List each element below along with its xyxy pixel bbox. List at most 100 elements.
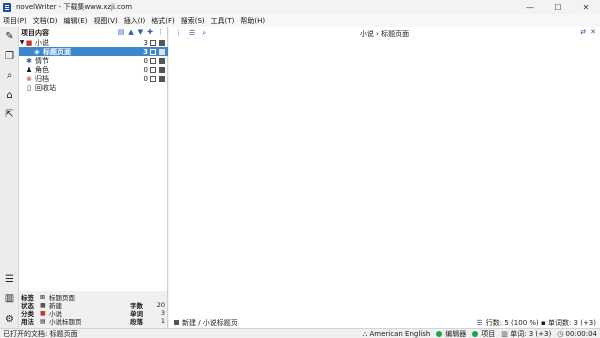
tree-item-trash[interactable]: ▯ 回收站 bbox=[19, 83, 168, 92]
swap-icon[interactable]: ⇄ bbox=[580, 28, 586, 36]
session-time-label: 00:00:04 bbox=[565, 330, 597, 338]
active-checkbox-icon[interactable] bbox=[150, 57, 156, 64]
tree-item-count: 3 bbox=[143, 47, 148, 56]
project-status-dot bbox=[472, 331, 479, 337]
window-title: novelWriter - 下载集www.xzji.com bbox=[16, 3, 133, 11]
document-icon: ◈ bbox=[34, 47, 40, 56]
menu-edit[interactable]: 编辑(E) bbox=[64, 16, 88, 26]
menu-help[interactable]: 帮助(H) bbox=[240, 16, 265, 26]
window-controls: — ☐ ✕ bbox=[516, 0, 600, 14]
detail-key: 用法 bbox=[21, 318, 34, 326]
tree-item-count: 0 bbox=[143, 74, 148, 83]
search-icon[interactable]: ⌕ bbox=[4, 70, 15, 81]
editor-status: 编辑器 bbox=[436, 329, 466, 338]
menu-project[interactable]: 项目(P) bbox=[3, 16, 27, 26]
menu-view[interactable]: 视图(V) bbox=[93, 16, 117, 26]
tree-item-novel[interactable]: ▼ ■ 小说 3 bbox=[19, 38, 168, 47]
tree-toolbar: ▤ ▲ ▼ ✚ ⋮ bbox=[118, 28, 164, 36]
title-bar: novelWriter - 下载集www.xzji.com — ☐ ✕ bbox=[0, 0, 600, 14]
editor-footer: 新建 / 小说标题页 ☰ 行数: 5 (100 %) ▪ 单词数: 3 (+3) bbox=[169, 317, 600, 328]
outline-icon[interactable]: ⌂ bbox=[4, 90, 15, 101]
clock-icon: ◷ bbox=[557, 330, 564, 338]
word-count-label: 单词: 3 (+3) bbox=[510, 330, 552, 338]
tree-item-count: 0 bbox=[143, 65, 148, 74]
document-breadcrumb: 小说 › 标题页面 bbox=[359, 30, 410, 38]
menu-format[interactable]: 格式(F) bbox=[151, 16, 175, 26]
edit-project-icon[interactable]: ✎ bbox=[4, 31, 15, 42]
active-checkbox-icon[interactable] bbox=[150, 39, 156, 46]
detail-row-label: 标签 ⊠ 标题页面 bbox=[19, 293, 168, 303]
editor-right-tools: ⇄ ✕ bbox=[580, 28, 596, 36]
project-tree-panel: 项目内容 ▤ ▲ ▼ ✚ ⋮ ▼ ■ 小说 3 ◈ 标题页面 3 ✱ 情节 0 … bbox=[19, 27, 168, 291]
close-document-icon[interactable]: ✕ bbox=[590, 28, 596, 36]
minimize-button[interactable]: — bbox=[516, 0, 544, 14]
detail-value: 20 bbox=[156, 301, 165, 309]
tree-view-icon[interactable]: ▤ bbox=[118, 28, 125, 36]
editor-status-label: 编辑器 bbox=[445, 330, 467, 338]
app-logo-icon bbox=[3, 2, 11, 12]
active-checkbox-icon[interactable] bbox=[150, 66, 156, 73]
tree-item-count: 0 bbox=[143, 56, 148, 65]
menu-search[interactable]: 搜索(S) bbox=[181, 16, 205, 26]
settings-gear-icon[interactable]: ⚙ bbox=[4, 314, 15, 325]
more-options-icon[interactable]: ⋮ bbox=[157, 28, 164, 36]
spellcheck-icon: ⛬ bbox=[362, 329, 368, 338]
active-checkbox-icon[interactable] bbox=[150, 75, 156, 82]
detail-key: 段落 bbox=[130, 318, 143, 326]
status-square-icon bbox=[159, 66, 165, 73]
language-label: American English bbox=[369, 329, 431, 338]
archive-icon: ⊗ bbox=[26, 74, 32, 83]
novel-folder-icon: ■ bbox=[25, 38, 33, 47]
document-counts: ☰ 行数: 5 (100 %) ▪ 单词数: 3 (+3) bbox=[477, 318, 596, 328]
character-icon: ♟ bbox=[25, 65, 33, 74]
status-square-icon bbox=[159, 75, 165, 82]
list-icon[interactable]: ☰ bbox=[4, 274, 15, 285]
spellcheck-language[interactable]: ⛬ American English bbox=[362, 330, 430, 338]
sidebar: ✎ ❐ ⌕ ⌂ ⇱ ☰ ▥ ⚙ bbox=[0, 27, 19, 328]
stats-icon[interactable]: ▥ bbox=[4, 293, 15, 304]
project-status: 项目 bbox=[472, 329, 495, 338]
close-button[interactable]: ✕ bbox=[572, 0, 600, 14]
add-item-icon[interactable]: ✚ bbox=[147, 28, 153, 36]
maximize-button[interactable]: ☐ bbox=[544, 0, 572, 14]
detail-row-class: 分类 ■ 小说 单词 3 bbox=[19, 309, 168, 318]
move-down-icon[interactable]: ▼ bbox=[138, 28, 143, 36]
open-document-status: 已打开的文档: 标题页面 bbox=[3, 330, 78, 338]
usage-icon: ▤ bbox=[40, 317, 46, 325]
menu-insert[interactable]: 插入(I) bbox=[124, 16, 146, 26]
stats-small-icon: ▥ bbox=[501, 330, 508, 338]
document-status-text: 新建 / 小说标题页 bbox=[182, 318, 238, 327]
word-count-status: ▥ 单词: 3 (+3) bbox=[501, 329, 551, 338]
status-square-icon bbox=[174, 320, 179, 325]
class-icon: ■ bbox=[40, 309, 46, 317]
lines-icon: ☰ bbox=[476, 318, 483, 327]
tree-item-count: 3 bbox=[143, 38, 148, 47]
document-status: 新建 / 小说标题页 bbox=[174, 318, 238, 328]
menu-bar: 项目(P) 文档(D) 编辑(E) 视图(V) 插入(I) 格式(F) 搜索(S… bbox=[0, 14, 600, 27]
novel-view-icon[interactable]: ❐ bbox=[4, 51, 15, 62]
status-square-icon bbox=[159, 39, 165, 46]
menu-tools[interactable]: 工具(T) bbox=[211, 16, 235, 26]
project-status-label: 项目 bbox=[481, 330, 496, 338]
menu-document[interactable]: 文档(D) bbox=[33, 16, 58, 26]
label-icon: ⊠ bbox=[40, 293, 46, 301]
plot-icon: ✱ bbox=[26, 56, 32, 65]
trash-icon: ▯ bbox=[27, 83, 31, 92]
detail-value: 3 bbox=[160, 309, 165, 317]
status-bar: 已打开的文档: 标题页面 ⛬ American English 编辑器 项目 ▥… bbox=[0, 328, 600, 338]
session-timer: ◷ 00:00:04 bbox=[557, 330, 597, 338]
document-counts-text: 行数: 5 (100 %) ▪ 单词数: 3 (+3) bbox=[485, 318, 596, 327]
status-icon: ■ bbox=[40, 301, 46, 309]
detail-value: 小说标题页 bbox=[49, 318, 82, 326]
document-editor[interactable]: ⋮ ☰ ⌕ 小说 › 标题页面 ⇄ ✕ 新建 / 小说标题页 ☰ 行数: 5 (… bbox=[169, 27, 600, 328]
tree-item-label: 回收站 bbox=[35, 83, 56, 92]
status-square-icon bbox=[159, 48, 165, 55]
move-up-icon[interactable]: ▲ bbox=[128, 28, 133, 36]
export-icon[interactable]: ⇱ bbox=[4, 109, 15, 120]
active-checkbox-icon[interactable] bbox=[150, 48, 156, 55]
editor-status-dot bbox=[436, 331, 443, 337]
detail-row-status: 状态 ■ 新建 字数 20 bbox=[19, 301, 168, 310]
detail-value: 1 bbox=[160, 317, 165, 325]
status-indicators: ⛬ American English 编辑器 项目 ▥ 单词: 3 (+3) ◷… bbox=[362, 329, 597, 338]
status-square-icon bbox=[159, 57, 165, 64]
